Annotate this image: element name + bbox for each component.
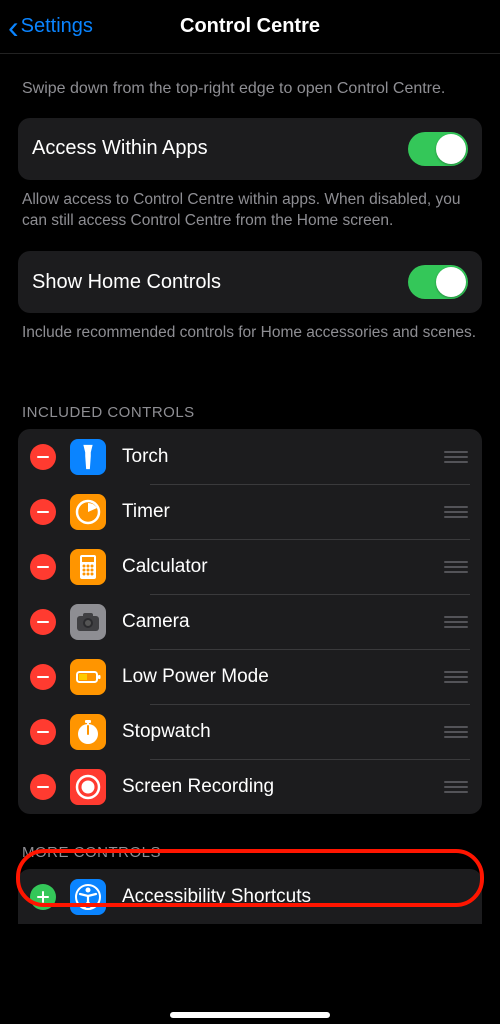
row-label: Calculator <box>122 556 442 578</box>
row-label: Torch <box>122 446 442 468</box>
access-within-apps-row: Access Within Apps <box>18 118 482 180</box>
add-button[interactable] <box>30 884 56 910</box>
navbar: ‹ Settings Control Centre <box>0 0 500 54</box>
drag-handle-icon[interactable] <box>442 781 470 793</box>
timer-icon <box>70 494 106 530</box>
row-label: Stopwatch <box>122 721 442 743</box>
remove-button[interactable] <box>30 444 56 470</box>
home-label: Show Home Controls <box>32 271 221 294</box>
included-list: Torch Timer Calculator Camera <box>18 429 482 814</box>
row-label: Timer <box>122 501 442 523</box>
row-label: Camera <box>122 611 442 633</box>
remove-button[interactable] <box>30 554 56 580</box>
intro-text: Swipe down from the top-right edge to op… <box>18 54 482 118</box>
list-item: Accessibility Shortcuts <box>18 869 482 924</box>
remove-button[interactable] <box>30 499 56 525</box>
drag-handle-icon[interactable] <box>442 506 470 518</box>
home-toggle[interactable] <box>408 265 468 299</box>
list-item: Torch <box>18 429 482 484</box>
list-item: Camera <box>18 594 482 649</box>
drag-handle-icon[interactable] <box>442 561 470 573</box>
torch-icon <box>70 439 106 475</box>
row-label: Low Power Mode <box>122 666 442 688</box>
list-item: Low Power Mode <box>18 649 482 704</box>
record-icon <box>70 769 106 805</box>
row-label: Accessibility Shortcuts <box>122 886 470 908</box>
drag-handle-icon[interactable] <box>442 451 470 463</box>
list-item: Screen Recording <box>18 759 482 814</box>
access-toggle[interactable] <box>408 132 468 166</box>
back-label: Settings <box>21 15 93 38</box>
chevron-left-icon: ‹ <box>8 11 19 43</box>
remove-button[interactable] <box>30 774 56 800</box>
camera-icon <box>70 604 106 640</box>
drag-handle-icon[interactable] <box>442 671 470 683</box>
remove-button[interactable] <box>30 609 56 635</box>
drag-handle-icon[interactable] <box>442 616 470 628</box>
more-list: Accessibility Shortcuts <box>18 869 482 924</box>
stopwatch-icon <box>70 714 106 750</box>
calculator-icon <box>70 549 106 585</box>
home-footer: Include recommended controls for Home ac… <box>18 313 482 364</box>
more-header: MORE CONTROLS <box>18 814 482 869</box>
access-label: Access Within Apps <box>32 137 208 160</box>
list-item: Calculator <box>18 539 482 594</box>
row-label: Screen Recording <box>122 776 442 798</box>
back-button[interactable]: ‹ Settings <box>0 11 93 43</box>
access-footer: Allow access to Control Centre within ap… <box>18 180 482 252</box>
remove-button[interactable] <box>30 719 56 745</box>
remove-button[interactable] <box>30 664 56 690</box>
drag-handle-icon[interactable] <box>442 726 470 738</box>
accessibility-icon <box>70 879 106 915</box>
list-item: Stopwatch <box>18 704 482 759</box>
show-home-controls-row: Show Home Controls <box>18 251 482 313</box>
included-header: INCLUDED CONTROLS <box>18 364 482 429</box>
home-indicator[interactable] <box>170 1012 330 1018</box>
list-item: Timer <box>18 484 482 539</box>
battery-icon <box>70 659 106 695</box>
